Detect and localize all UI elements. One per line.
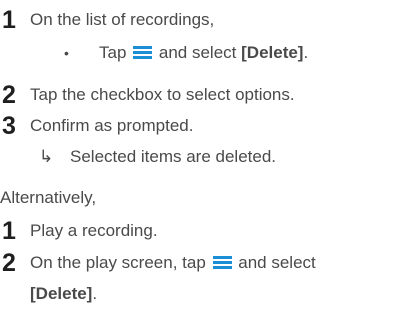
step-text-line2-post: . — [92, 284, 98, 303]
hamburger-menu-icon — [133, 46, 153, 59]
step-text: On the list of recordings, — [30, 10, 215, 29]
result-text: Selected items are deleted. — [70, 147, 277, 166]
step-number: 1 — [2, 6, 16, 34]
alternative-label: Alternatively, — [0, 188, 97, 207]
result-arrow-icon: ↳ — [39, 147, 54, 166]
sub-bullet-text: Tap and select [Delete]. — [99, 43, 308, 63]
instruction-document: 1 On the list of recordings, • Tap and s… — [0, 0, 417, 310]
step-text: Confirm as prompted. — [30, 116, 194, 135]
step-number: 2 — [2, 249, 16, 277]
bullet-dot: • — [64, 45, 69, 61]
step-number: 3 — [2, 112, 16, 140]
step-number: 1 — [2, 217, 16, 245]
step-text-post: and select — [238, 253, 316, 272]
step-text-pre: On the play screen, tap — [30, 253, 206, 272]
step-text: Tap the checkbox to select options. — [30, 85, 295, 104]
step-text-line2: [Delete]. — [30, 284, 97, 304]
sub-bullet-post: . — [303, 43, 309, 62]
step-text: On the play screen, tap and select — [30, 253, 316, 273]
step-text: Play a recording. — [30, 221, 158, 240]
delete-keyword: [Delete] — [30, 284, 93, 303]
sub-bullet-mid: and select — [158, 43, 237, 62]
step-number: 2 — [2, 81, 16, 109]
sub-bullet-pre: Tap — [99, 43, 127, 62]
hamburger-menu-icon — [212, 256, 232, 269]
delete-keyword: [Delete] — [241, 43, 304, 62]
